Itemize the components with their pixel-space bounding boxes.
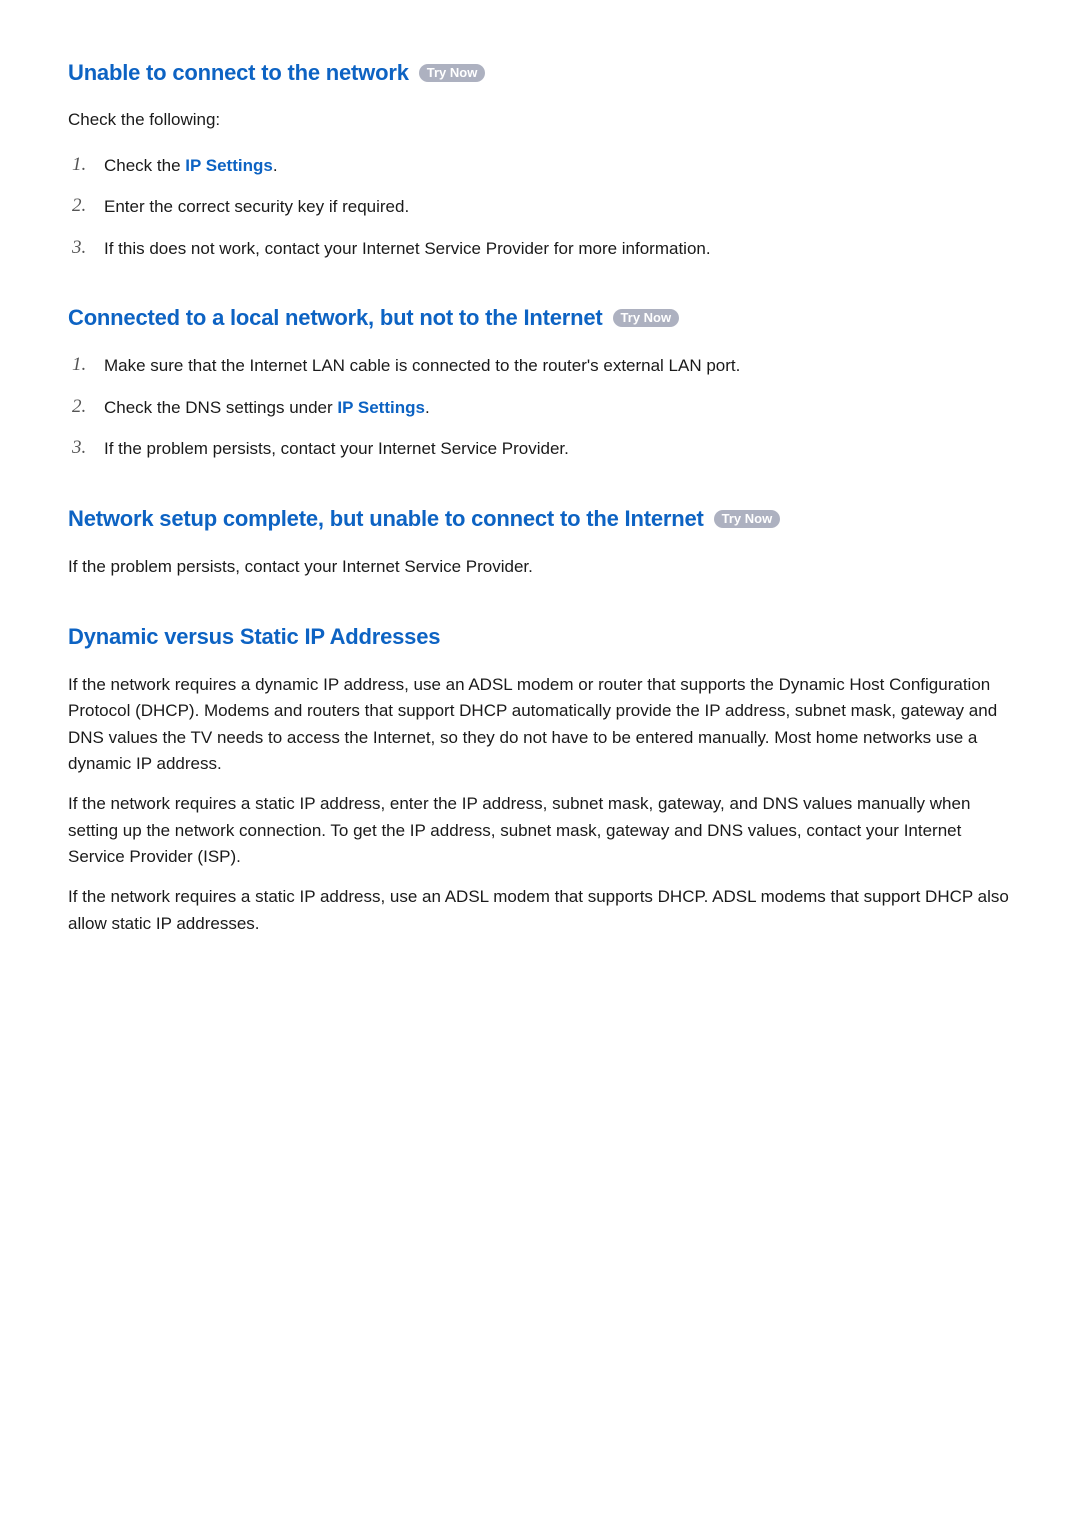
list-text-pre: Enter the correct security key if requir…: [104, 197, 409, 216]
paragraph: If the network requires a static IP addr…: [68, 884, 1012, 937]
list-item: Make sure that the Internet LAN cable is…: [68, 353, 1012, 379]
section-title: Unable to connect to the network: [68, 60, 409, 86]
try-now-badge[interactable]: Try Now: [419, 64, 486, 82]
paragraph: If the network requires a dynamic IP add…: [68, 672, 1012, 777]
steps-list: Check the IP Settings. Enter the correct…: [68, 153, 1012, 262]
section-local-not-internet: Connected to a local network, but not to…: [68, 305, 1012, 462]
section-header: Unable to connect to the network Try Now: [68, 60, 1012, 86]
try-now-badge[interactable]: Try Now: [613, 309, 680, 327]
list-item: If the problem persists, contact your In…: [68, 436, 1012, 462]
section-setup-complete-no-internet: Network setup complete, but unable to co…: [68, 506, 1012, 580]
list-text-pre: Make sure that the Internet LAN cable is…: [104, 356, 740, 375]
section-title: Connected to a local network, but not to…: [68, 305, 603, 331]
try-now-badge[interactable]: Try Now: [714, 510, 781, 528]
section-dynamic-vs-static: Dynamic versus Static IP Addresses If th…: [68, 624, 1012, 937]
list-text-pre: If this does not work, contact your Inte…: [104, 239, 711, 258]
section-header: Network setup complete, but unable to co…: [68, 506, 1012, 532]
list-text-pre: Check the: [104, 156, 185, 175]
list-text-post: .: [425, 398, 430, 417]
paragraph: If the problem persists, contact your In…: [68, 554, 1012, 580]
steps-list: Make sure that the Internet LAN cable is…: [68, 353, 1012, 462]
list-text-pre: Check the DNS settings under: [104, 398, 337, 417]
section-lead: Check the following:: [68, 108, 1012, 133]
list-item: Check the IP Settings.: [68, 153, 1012, 179]
section-title: Dynamic versus Static IP Addresses: [68, 624, 440, 650]
list-text-pre: If the problem persists, contact your In…: [104, 439, 569, 458]
paragraph: If the network requires a static IP addr…: [68, 791, 1012, 870]
section-header: Connected to a local network, but not to…: [68, 305, 1012, 331]
ip-settings-link[interactable]: IP Settings: [337, 398, 425, 417]
ip-settings-link[interactable]: IP Settings: [185, 156, 273, 175]
section-title: Network setup complete, but unable to co…: [68, 506, 704, 532]
list-item: Enter the correct security key if requir…: [68, 194, 1012, 220]
list-item: Check the DNS settings under IP Settings…: [68, 395, 1012, 421]
page: Unable to connect to the network Try Now…: [0, 0, 1080, 1527]
list-item: If this does not work, contact your Inte…: [68, 236, 1012, 262]
section-unable-to-connect: Unable to connect to the network Try Now…: [68, 60, 1012, 261]
list-text-post: .: [273, 156, 278, 175]
section-header: Dynamic versus Static IP Addresses: [68, 624, 1012, 650]
